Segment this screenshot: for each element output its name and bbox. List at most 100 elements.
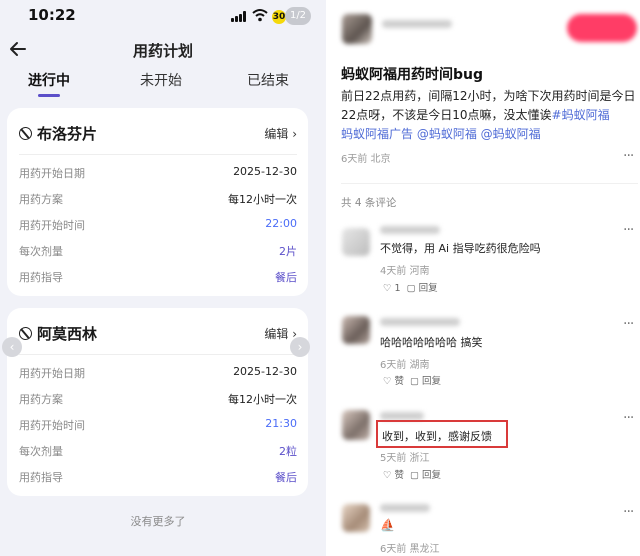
follow-button[interactable] — [567, 14, 637, 42]
status-tabs: 进行中 未开始 已结束 — [0, 68, 326, 98]
row-label: 用药开始时间 — [19, 219, 85, 232]
hashtag-link[interactable]: #蚂蚁阿福 — [552, 108, 610, 122]
divider — [19, 354, 297, 355]
mention-link[interactable]: @蚂蚁阿福 @蚂蚁阿福 — [417, 127, 541, 141]
info-row: 用药开始时间 21:30 — [19, 415, 297, 435]
post-meta: 6天前 北京 — [341, 154, 391, 165]
comment-avatar[interactable] — [342, 504, 370, 532]
row-label: 用药方案 — [19, 393, 63, 406]
post-line: 蚂蚁阿福广告 @蚂蚁阿福 @蚂蚁阿福 — [341, 125, 638, 144]
comment-actions: ♡ 1 ▢ 回复 — [383, 280, 444, 294]
info-row: 用药指导 餐后 — [19, 267, 297, 287]
comment-actions: ♡ 赞 ▢ 回复 — [383, 467, 447, 481]
comment-meta: 4天前 河南 — [380, 266, 430, 277]
nav-bar: 用药计划 — [0, 36, 326, 66]
medication-name: 布洛芬片 — [37, 125, 98, 143]
comment-username-blurred — [380, 504, 430, 512]
info-row: 每次剂量 2片 — [19, 241, 297, 261]
like-button[interactable]: ♡ 1 — [383, 283, 401, 294]
row-label: 用药开始日期 — [19, 167, 85, 180]
comment-text: 哈哈哈哈哈哈哈 搞笑 — [380, 336, 483, 349]
avatar[interactable] — [342, 14, 372, 44]
row-value: 餐后 — [275, 471, 297, 484]
more-options-icon[interactable]: ··· — [623, 222, 634, 238]
post-title: 蚂蚁阿福用药时间bug — [341, 67, 484, 83]
carousel-next-button[interactable]: › — [290, 337, 310, 357]
edit-button[interactable]: 编辑 › — [264, 125, 297, 142]
hashtag-link[interactable]: 蚂蚁阿福广告 — [341, 127, 413, 141]
more-options-icon[interactable]: ··· — [623, 504, 634, 520]
info-row: 用药方案 每12小时一次 — [19, 189, 297, 209]
page-indicator: 1/2 — [285, 7, 311, 25]
reply-button[interactable]: ▢ 回复 — [410, 470, 441, 481]
comment-text: 不觉得，用 Ai 指导吃药很危险吗 — [380, 242, 541, 255]
row-value: 2片 — [279, 245, 297, 258]
medication-name: 阿莫西林 — [37, 325, 98, 343]
like-button[interactable]: ♡ 赞 — [383, 376, 404, 387]
status-time: 10:22 — [28, 6, 76, 24]
no-more-label: 没有更多了 — [130, 515, 186, 528]
medication-plan-screen: 10:22 30 1/2 用药计划 进行中 未开始 已结束 布洛芬片 编辑 › … — [0, 0, 326, 556]
row-label: 用药指导 — [19, 271, 63, 284]
row-value: 2025-12-30 — [233, 365, 297, 378]
post-text: 前日22点用药，间隔12小时，为啥下次用药时间是今日 — [341, 89, 636, 103]
reply-button[interactable]: ▢ 回复 — [407, 283, 438, 294]
more-options-icon[interactable]: ··· — [623, 148, 634, 164]
post-detail-screen: 蚂蚁阿福用药时间bug 前日22点用药，间隔12小时，为啥下次用药时间是今日 2… — [326, 0, 640, 556]
info-row: 用药开始时间 22:00 — [19, 215, 297, 235]
post-line: 前日22点用药，间隔12小时，为啥下次用药时间是今日 — [341, 87, 638, 106]
page-title: 用药计划 — [132, 42, 193, 60]
row-value: 餐后 — [275, 271, 297, 284]
row-value: 每12小时一次 — [228, 393, 297, 406]
row-label: 用药方案 — [19, 193, 63, 206]
tab-ended[interactable]: 已结束 — [247, 70, 289, 90]
info-row: 用药开始日期 2025-12-30 — [19, 163, 297, 183]
comment-username-blurred — [380, 318, 460, 326]
pill-icon — [16, 124, 35, 143]
comment-username-blurred — [380, 226, 440, 234]
comment-count: 共 4 条评论 — [341, 197, 397, 209]
comment-meta: 5天前 浙江 — [380, 453, 430, 464]
tab-not-started[interactable]: 未开始 — [140, 70, 182, 90]
post-text: 22点呀，不该是今日10点嘛，没太懂诶 — [341, 108, 552, 122]
comment-sticker: ⛵ — [380, 518, 395, 532]
comment-avatar[interactable] — [342, 228, 370, 256]
row-value: 22:00 — [265, 217, 297, 230]
comment-actions: ♡ 赞 ▢ 回复 — [383, 373, 447, 387]
comment-avatar[interactable] — [342, 410, 370, 440]
active-tab-indicator — [38, 94, 60, 97]
tab-in-progress[interactable]: 进行中 — [28, 70, 70, 90]
more-options-icon[interactable]: ··· — [623, 316, 634, 332]
info-row: 用药指导 餐后 — [19, 467, 297, 487]
row-label: 每次剂量 — [19, 445, 63, 458]
post-body: 前日22点用药，间隔12小时，为啥下次用药时间是今日 22点呀，不该是今日10点… — [341, 87, 638, 144]
row-label: 用药开始时间 — [19, 419, 85, 432]
more-options-icon[interactable]: ··· — [623, 410, 634, 426]
carousel-prev-button[interactable]: ‹ — [2, 337, 22, 357]
comment-meta: 6天前 湖南 — [380, 360, 430, 371]
comment-meta: 6天前 黑龙江 — [380, 544, 440, 555]
row-label: 用药开始日期 — [19, 367, 85, 380]
row-label: 每次剂量 — [19, 245, 63, 258]
medication-card: 阿莫西林 编辑 › 用药开始日期 2025-12-30 用药方案 每12小时一次 用… — [7, 308, 308, 496]
wifi-icon — [252, 9, 268, 22]
info-row: 每次剂量 2粒 — [19, 441, 297, 461]
signal-icon — [231, 11, 249, 22]
like-button[interactable]: ♡ 赞 — [383, 470, 404, 481]
username-blurred — [382, 20, 452, 28]
divider — [19, 154, 297, 155]
highlight-box — [376, 420, 508, 448]
battery-badge: 30 — [272, 10, 286, 24]
info-row: 用药方案 每12小时一次 — [19, 389, 297, 409]
post-line: 22点呀，不该是今日10点嘛，没太懂诶#蚂蚁阿福 — [341, 106, 638, 125]
comment-avatar[interactable] — [342, 316, 370, 344]
row-value: 每12小时一次 — [228, 193, 297, 206]
row-label: 用药指导 — [19, 471, 63, 484]
status-bar: 10:22 30 1/2 — [0, 0, 326, 32]
info-row: 用药开始日期 2025-12-30 — [19, 363, 297, 383]
comment-username-blurred — [380, 412, 424, 420]
row-value: 2粒 — [279, 445, 297, 458]
medication-card: 布洛芬片 编辑 › 用药开始日期 2025-12-30 用药方案 每12小时一次 用… — [7, 108, 308, 296]
row-value: 21:30 — [265, 417, 297, 430]
reply-button[interactable]: ▢ 回复 — [410, 376, 441, 387]
